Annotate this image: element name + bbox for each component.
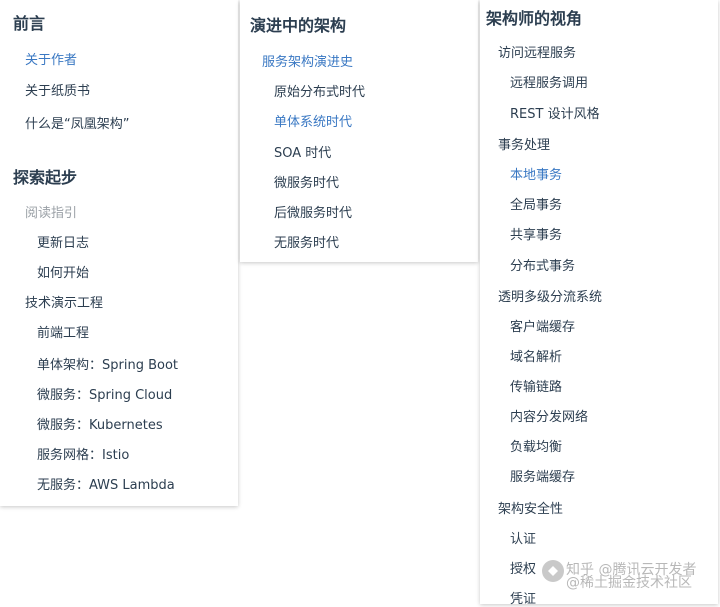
nav-item-monolith[interactable]: 单体系统时代 xyxy=(274,111,352,130)
section-title-architect: 架构师的视角 xyxy=(486,9,583,28)
nav-item-spring-boot[interactable]: 单体架构：Spring Boot xyxy=(37,354,178,373)
watermark-logo-icon xyxy=(542,560,564,582)
nav-item-authentication[interactable]: 认证 xyxy=(510,528,536,547)
group-demo-projects[interactable]: 技术演示工程 xyxy=(25,292,103,311)
nav-item-soa[interactable]: SOA 时代 xyxy=(274,142,331,161)
group-transaction[interactable]: 事务处理 xyxy=(498,134,550,153)
nav-item-istio[interactable]: 服务网格：Istio xyxy=(37,444,129,463)
nav-item-frontend[interactable]: 前端工程 xyxy=(37,322,89,341)
nav-item-spring-cloud[interactable]: 微服务：Spring Cloud xyxy=(37,384,172,403)
nav-item-local-tx[interactable]: 本地事务 xyxy=(510,164,562,183)
sidebar-preface-panel: 前言 关于作者 关于纸质书 什么是“凤凰架构” 探索起步 阅读指引 更新日志 如… xyxy=(0,0,238,506)
nav-item-cdn[interactable]: 内容分发网络 xyxy=(510,406,588,425)
group-security[interactable]: 架构安全性 xyxy=(498,498,563,517)
nav-item-server-cache[interactable]: 服务端缓存 xyxy=(510,466,575,485)
nav-item-load-balancing[interactable]: 负载均衡 xyxy=(510,436,562,455)
nav-item-aws-lambda[interactable]: 无服务：AWS Lambda xyxy=(37,474,175,493)
nav-item-about-book[interactable]: 关于纸质书 xyxy=(25,80,90,99)
nav-item-rpc[interactable]: 远程服务调用 xyxy=(510,72,588,91)
nav-item-rest[interactable]: REST 设计风格 xyxy=(510,103,600,122)
watermark-line-2: @稀土掘金技术社区 xyxy=(566,575,692,591)
nav-item-about-author[interactable]: 关于作者 xyxy=(25,49,77,68)
nav-item-shared-tx[interactable]: 共享事务 xyxy=(510,224,562,243)
nav-item-primitive-distributed[interactable]: 原始分布式时代 xyxy=(274,81,365,100)
section-title-preface: 前言 xyxy=(13,14,46,33)
nav-item-what-is-phoenix[interactable]: 什么是“凤凰架构” xyxy=(25,113,129,132)
nav-item-kubernetes[interactable]: 微服务：Kubernetes xyxy=(37,414,163,433)
section-title-explore: 探索起步 xyxy=(13,168,78,187)
nav-item-global-tx[interactable]: 全局事务 xyxy=(510,194,562,213)
group-traffic-system[interactable]: 透明多级分流系统 xyxy=(498,286,602,305)
group-service-history[interactable]: 服务架构演进史 xyxy=(262,51,353,70)
section-title-evolution: 演进中的架构 xyxy=(250,16,347,35)
nav-item-distributed-tx[interactable]: 分布式事务 xyxy=(510,255,575,274)
nav-item-changelog[interactable]: 更新日志 xyxy=(37,232,89,251)
nav-item-how-to-start[interactable]: 如何开始 xyxy=(37,262,89,281)
group-reading-guide[interactable]: 阅读指引 xyxy=(25,202,77,221)
sidebar-architect-panel: 架构师的视角 访问远程服务 远程服务调用 REST 设计风格 事务处理 本地事务… xyxy=(480,0,718,607)
nav-item-client-cache[interactable]: 客户端缓存 xyxy=(510,316,575,335)
nav-item-dns[interactable]: 域名解析 xyxy=(510,346,562,365)
nav-item-authorization[interactable]: 授权 xyxy=(510,558,536,577)
nav-item-serverless[interactable]: 无服务时代 xyxy=(274,232,339,251)
nav-item-post-microservices[interactable]: 后微服务时代 xyxy=(274,202,352,221)
nav-item-transmission[interactable]: 传输链路 xyxy=(510,376,562,395)
nav-item-credentials[interactable]: 凭证 xyxy=(510,588,536,607)
sidebar-evolution-panel: 演进中的架构 服务架构演进史 原始分布式时代 单体系统时代 SOA 时代 微服务… xyxy=(240,0,478,262)
group-remote-service[interactable]: 访问远程服务 xyxy=(498,42,576,61)
nav-item-microservices[interactable]: 微服务时代 xyxy=(274,172,339,191)
